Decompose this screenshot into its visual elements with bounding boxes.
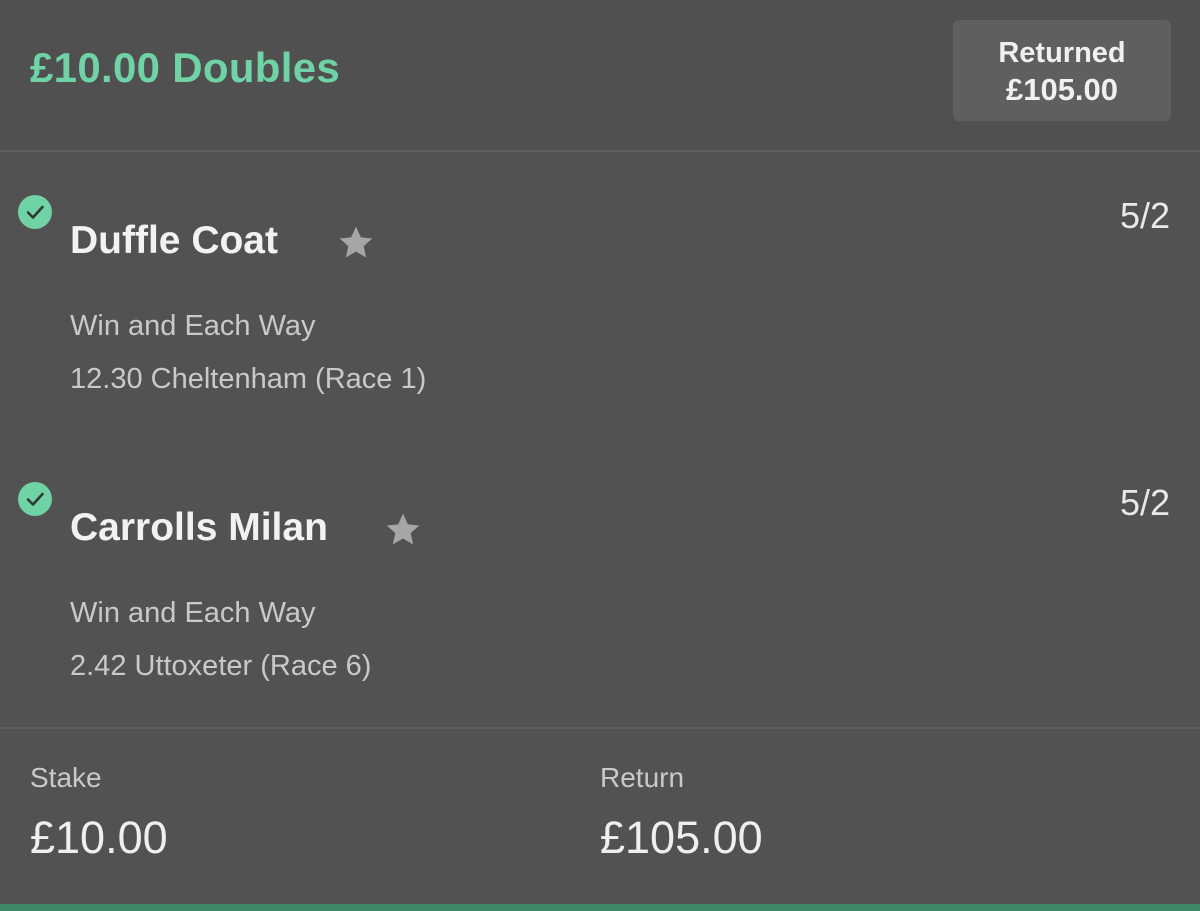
selection-market: Win and Each Way [70,597,316,629]
star-icon[interactable] [383,510,423,550]
selection-odds: 5/2 [1119,482,1170,523]
stake-value: £10.00 [30,812,168,863]
star-icon[interactable] [336,223,376,263]
selection-item[interactable]: Duffle Coat 5/2 Win and Each Way 12.30 C… [0,195,1200,465]
bottom-accent-bar [0,904,1200,911]
selection-item[interactable]: Carrolls Milan 5/2 Win and Each Way 2.42… [0,482,1200,752]
selection-odds: 5/2 [1119,195,1170,236]
selection-name: Carrolls Milan [70,506,328,549]
selection-market: Win and Each Way [70,310,316,342]
bet-header: £10.00 Doubles Returned £105.00 [0,0,1200,151]
selection-event: 2.42 Uttoxeter (Race 6) [70,650,372,682]
returned-label: Returned [998,37,1126,69]
selection-name: Duffle Coat [70,219,278,262]
header-divider [0,150,1200,152]
check-circle-icon [18,195,52,229]
summary-divider [0,727,1200,729]
return-value: £105.00 [600,812,763,863]
check-circle-icon [18,482,52,516]
bet-title: £10.00 Doubles [30,44,341,91]
selection-event: 12.30 Cheltenham (Race 1) [70,363,427,395]
stake-label: Stake [30,762,102,793]
returned-badge[interactable]: Returned £105.00 [953,20,1171,121]
return-label: Return [600,762,685,793]
returned-amount: £105.00 [1005,72,1119,107]
